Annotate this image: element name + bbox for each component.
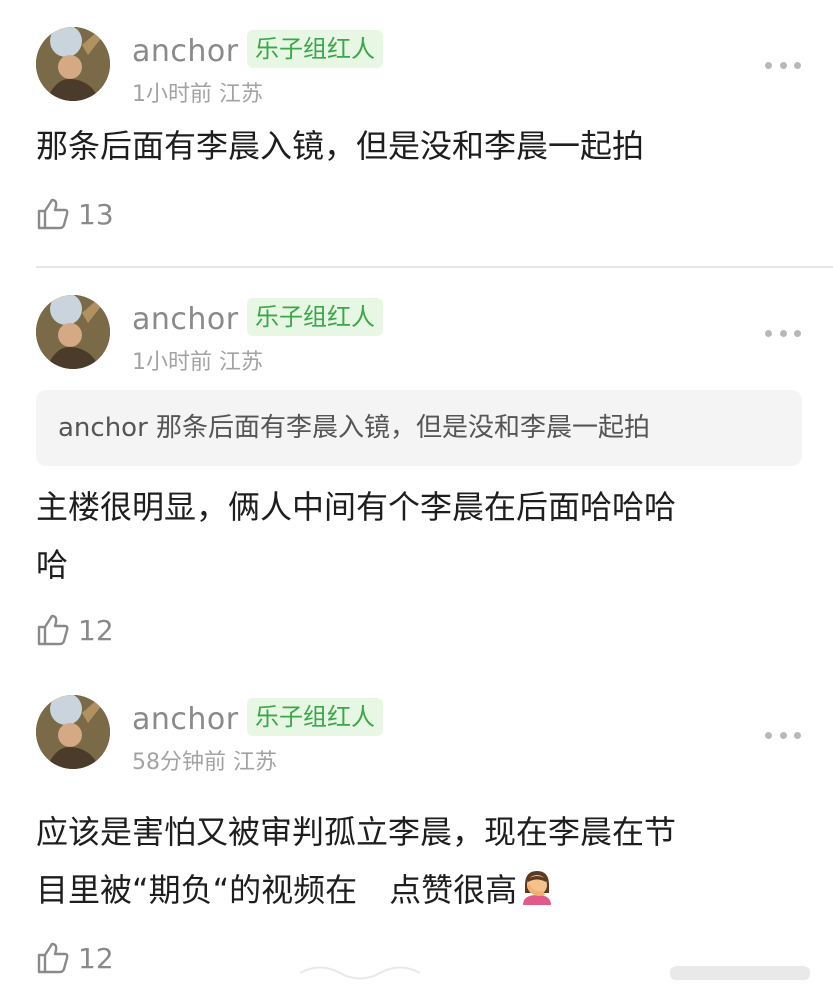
comment-2: anchor 乐子组红人 1小时前 江苏 anchor 那条后面有李晨入镜，但是…	[0, 268, 833, 668]
comment-1: anchor 乐子组红人 1小时前 江苏 那条后面有李晨入镜，但是没和李晨一起拍…	[0, 0, 833, 268]
thumbs-up-icon	[37, 942, 69, 974]
like-button[interactable]: 13	[36, 194, 114, 234]
comment-text-line-2: 目里被“期负“的视频在 点赞很高	[36, 871, 518, 909]
timestamp-location: 58分钟前 江苏	[132, 750, 277, 775]
more-options-button[interactable]	[765, 328, 801, 338]
more-options-button[interactable]	[765, 60, 801, 70]
more-dots-icon	[765, 329, 772, 337]
more-dots-icon	[765, 731, 772, 739]
username[interactable]: anchor	[132, 702, 239, 737]
facepalm-woman-emoji	[523, 871, 552, 905]
user-badge: 乐子组红人	[247, 30, 383, 68]
like-button[interactable]: 12	[36, 938, 114, 978]
like-count: 12	[78, 941, 114, 975]
comment-text-line-2: 哈	[36, 546, 69, 584]
comment-text-line-2-wrap: 目里被“期负“的视频在 点赞很高	[36, 862, 796, 918]
watermark	[300, 966, 810, 980]
quoted-reply[interactable]: anchor 那条后面有李晨入镜，但是没和李晨一起拍	[36, 390, 802, 466]
avatar[interactable]	[36, 695, 110, 769]
username[interactable]: anchor	[132, 302, 239, 337]
username[interactable]: anchor	[132, 34, 239, 69]
user-badge: 乐子组红人	[247, 698, 383, 736]
more-options-button[interactable]	[765, 730, 801, 740]
comment-text-line-1: 应该是害怕又被审判孤立李晨，现在李晨在节	[36, 813, 677, 851]
avatar[interactable]	[36, 27, 110, 101]
comment-text-line-1: 主楼很明显，俩人中间有个李晨在后面哈哈哈	[36, 488, 677, 526]
comment-3: anchor 乐子组红人 58分钟前 江苏 应该是害怕又被审判孤立李晨，现在李晨…	[0, 668, 833, 1000]
avatar[interactable]	[36, 295, 110, 369]
like-button[interactable]: 12	[36, 610, 114, 650]
comment-text: 那条后面有李晨入镜，但是没和李晨一起拍	[36, 127, 645, 165]
like-count: 13	[78, 197, 114, 231]
more-dots-icon	[765, 61, 772, 69]
timestamp-location: 1小时前 江苏	[132, 350, 263, 375]
thumbs-up-icon	[37, 614, 69, 646]
timestamp-location: 1小时前 江苏	[132, 82, 263, 107]
thumbs-up-icon	[37, 198, 69, 230]
like-count: 12	[78, 613, 114, 647]
user-badge: 乐子组红人	[247, 298, 383, 336]
